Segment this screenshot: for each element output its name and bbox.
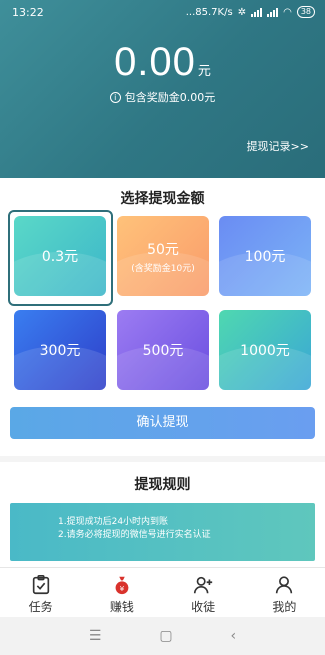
signal-icon-2 [267, 7, 279, 17]
balance-unit: 元 [197, 64, 211, 79]
status-time: 13:22 [12, 5, 44, 19]
svg-text:¥: ¥ [120, 584, 125, 593]
amount-option-100[interactable]: 100元 [219, 216, 311, 296]
back-icon[interactable]: ‹ [230, 628, 236, 644]
bonus-text: 包含奖励金0.00元 [124, 91, 216, 104]
rule-line: 1.提现成功后24小时内到账 [58, 517, 169, 527]
withdraw-title: 选择提现金额 [120, 191, 205, 207]
tab-label: 我的 [272, 600, 297, 614]
rules-box: 1.提现成功后24小时内到账 2.请务必将提现的微信号进行实名认证 [10, 503, 315, 561]
tab-earn[interactable]: ¥ 赚钱 [81, 568, 162, 617]
amount-label: 100元 [244, 249, 286, 265]
tab-label: 赚钱 [109, 600, 134, 614]
add-user-icon [194, 576, 213, 594]
amount-option-0-3[interactable]: 0.3元 [14, 216, 106, 296]
bottom-tab-bar: 任务 ¥ 赚钱 收徒 我的 [0, 567, 325, 617]
amount-sub-label: (含奖励金10元) [131, 263, 195, 274]
amount-label: 300元 [39, 343, 81, 359]
amount-option-500[interactable]: 500元 [117, 310, 209, 390]
menu-icon[interactable]: ☰ [89, 628, 102, 644]
confirm-withdraw-button[interactable]: 确认提现 [10, 407, 315, 439]
balance-amount: 0.00 [114, 40, 196, 84]
status-bar: 13:22 ...85.7K/s ✲ ◠ 38 [0, 0, 325, 24]
money-bag-icon: ¥ [115, 576, 129, 595]
balance: 0.00 元 [0, 40, 325, 85]
amount-label: 500元 [142, 343, 184, 359]
rule-line: 2.请务必将提现的微信号进行实名认证 [58, 530, 211, 540]
amount-label: 50元 [147, 241, 179, 258]
amount-option-300[interactable]: 300元 [14, 310, 106, 390]
info-icon: i [109, 91, 121, 103]
home-icon[interactable]: ▢ [159, 628, 172, 644]
tab-label: 收徒 [191, 600, 216, 614]
tab-mine[interactable]: 我的 [244, 568, 325, 617]
status-indicators: ...85.7K/s ✲ ◠ 38 [186, 6, 315, 18]
tab-label: 任务 [28, 600, 53, 614]
bluetooth-icon: ✲ [237, 6, 247, 18]
network-speed: ...85.7K/s [185, 6, 233, 18]
wifi-icon: ◠ [283, 6, 292, 18]
amount-label: 0.3元 [41, 249, 79, 265]
bonus-line: i 包含奖励金0.00元 [0, 89, 325, 105]
amount-option-1000[interactable]: 1000元 [219, 310, 311, 390]
amount-label: 1000元 [240, 343, 290, 359]
system-nav-bar: ☰ ▢ ‹ [0, 617, 325, 655]
withdraw-records-link[interactable]: 提现记录>> [247, 138, 309, 154]
amount-option-50[interactable]: 50元 (含奖励金10元) [117, 216, 209, 296]
user-icon [276, 576, 293, 594]
task-clipboard-icon [32, 575, 49, 595]
signal-icon [251, 7, 263, 17]
balance-header: 13:22 ...85.7K/s ✲ ◠ 38 0.00 元 i 包含奖励金0.0… [0, 0, 325, 178]
rules-title: 提现规则 [134, 477, 191, 493]
tab-recruit[interactable]: 收徒 [163, 568, 244, 617]
battery-icon: 38 [296, 6, 315, 18]
tab-task[interactable]: 任务 [0, 568, 81, 617]
